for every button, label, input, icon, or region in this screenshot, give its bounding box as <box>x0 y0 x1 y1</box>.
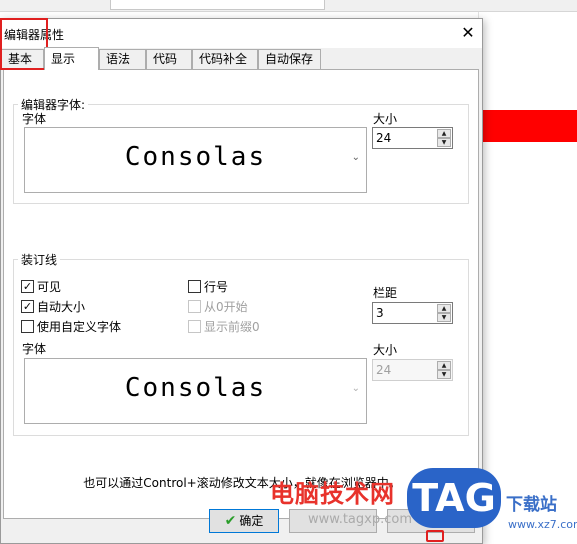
stepper-buttons: ▲ ▼ <box>437 129 451 147</box>
chevron-down-icon: ⌄ <box>351 383 360 394</box>
gutter-custom-font-checkbox[interactable]: 使用自定义字体 <box>21 318 121 334</box>
checkbox-box[interactable]: ✓ <box>21 300 34 313</box>
editor-font-select[interactable]: Consolas ⌄ <box>24 127 367 193</box>
gutter-auto-size-checkbox[interactable]: ✓ 自动大小 <box>21 298 85 314</box>
tab-code[interactable]: 代码 <box>146 49 192 69</box>
check-icon: ✔ <box>224 513 237 529</box>
tab-strip: 基本 显示 语法 代码 代码补全 自动保存 <box>1 47 482 70</box>
gutter-font-select: Consolas ⌄ <box>24 358 367 424</box>
gutter-group-label: 装订线 <box>18 251 61 268</box>
spin-down-icon[interactable]: ▼ <box>437 313 451 322</box>
background-field <box>110 0 325 10</box>
gutter-font-size-label: 大小 <box>373 343 398 357</box>
dialog-title-bar: 编辑器属性 ✕ <box>1 19 482 48</box>
checkbox-box[interactable] <box>21 320 34 333</box>
editor-font-size-value: 24 <box>376 131 392 145</box>
tab-basic[interactable]: 基本 <box>1 49 44 69</box>
spin-up-icon[interactable]: ▲ <box>437 304 451 313</box>
display-tab-panel: 编辑器字体: 字体 Consolas ⌄ 大小 24 ▲ ▼ 装订线 ✓ 可见 ✓… <box>3 69 479 519</box>
gutter-font-size-value: 24 <box>376 363 392 377</box>
site-watermark: 电脑技术网 www.tagxp.com TAG 下载站 www.xz7.com <box>268 468 577 544</box>
tab-autosave[interactable]: 自动保存 <box>258 49 321 69</box>
editor-font-label: 字体 <box>22 112 47 126</box>
watermark-url: www.tagxp.com <box>308 512 412 527</box>
background-highlight-bar <box>478 110 577 142</box>
spin-up-icon[interactable]: ▲ <box>437 129 451 138</box>
gutter-visible-checkbox[interactable]: ✓ 可见 <box>21 278 61 294</box>
ok-button-label: 确定 <box>239 514 264 528</box>
editor-font-name: Consolas <box>124 142 267 172</box>
gutter-line-numbers-checkbox[interactable]: 行号 <box>188 278 228 294</box>
checkbox-box[interactable]: ✓ <box>21 280 34 293</box>
gutter-spacing-stepper[interactable]: 3 ▲ ▼ <box>372 302 453 324</box>
gutter-leading-zeros-checkbox: 显示前缀0 <box>188 318 260 334</box>
spin-down-icon[interactable]: ▼ <box>437 138 451 147</box>
gutter-spacing-value: 3 <box>376 306 384 320</box>
chevron-down-icon: ⌄ <box>351 152 360 163</box>
gutter-font-label: 字体 <box>22 342 47 356</box>
editor-properties-dialog: 编辑器属性 ✕ 基本 显示 语法 代码 代码补全 自动保存 编辑器字体: 字体 … <box>0 18 483 544</box>
watermark-download-label: 下载站 <box>506 495 557 515</box>
watermark-site-name: 电脑技术网 <box>270 480 395 508</box>
checkbox-box[interactable] <box>188 280 201 293</box>
tag-logo-icon: TAG <box>407 468 501 528</box>
tab-syntax[interactable]: 语法 <box>99 49 146 69</box>
tab-display[interactable]: 显示 <box>44 47 99 70</box>
gutter-spacing-label: 栏距 <box>373 286 398 300</box>
editor-font-size-stepper[interactable]: 24 ▲ ▼ <box>372 127 453 149</box>
watermark-download-url: www.xz7.com <box>508 518 577 531</box>
close-icon[interactable]: ✕ <box>457 22 479 44</box>
dialog-title: 编辑器属性 <box>4 28 65 42</box>
gutter-start-zero-checkbox: 从0开始 <box>188 298 248 314</box>
editor-font-size-label: 大小 <box>373 112 398 126</box>
tab-code-completion[interactable]: 代码补全 <box>192 49 258 69</box>
checkbox-box <box>188 300 201 313</box>
spin-up-icon: ▲ <box>437 361 451 370</box>
spin-down-icon: ▼ <box>437 370 451 379</box>
gutter-font-size-stepper: 24 ▲ ▼ <box>372 359 453 381</box>
gutter-font-name: Consolas <box>124 373 267 403</box>
stepper-buttons: ▲ ▼ <box>437 304 451 322</box>
stepper-buttons: ▲ ▼ <box>437 361 451 379</box>
background-toolbar <box>0 0 577 12</box>
checkbox-box <box>188 320 201 333</box>
